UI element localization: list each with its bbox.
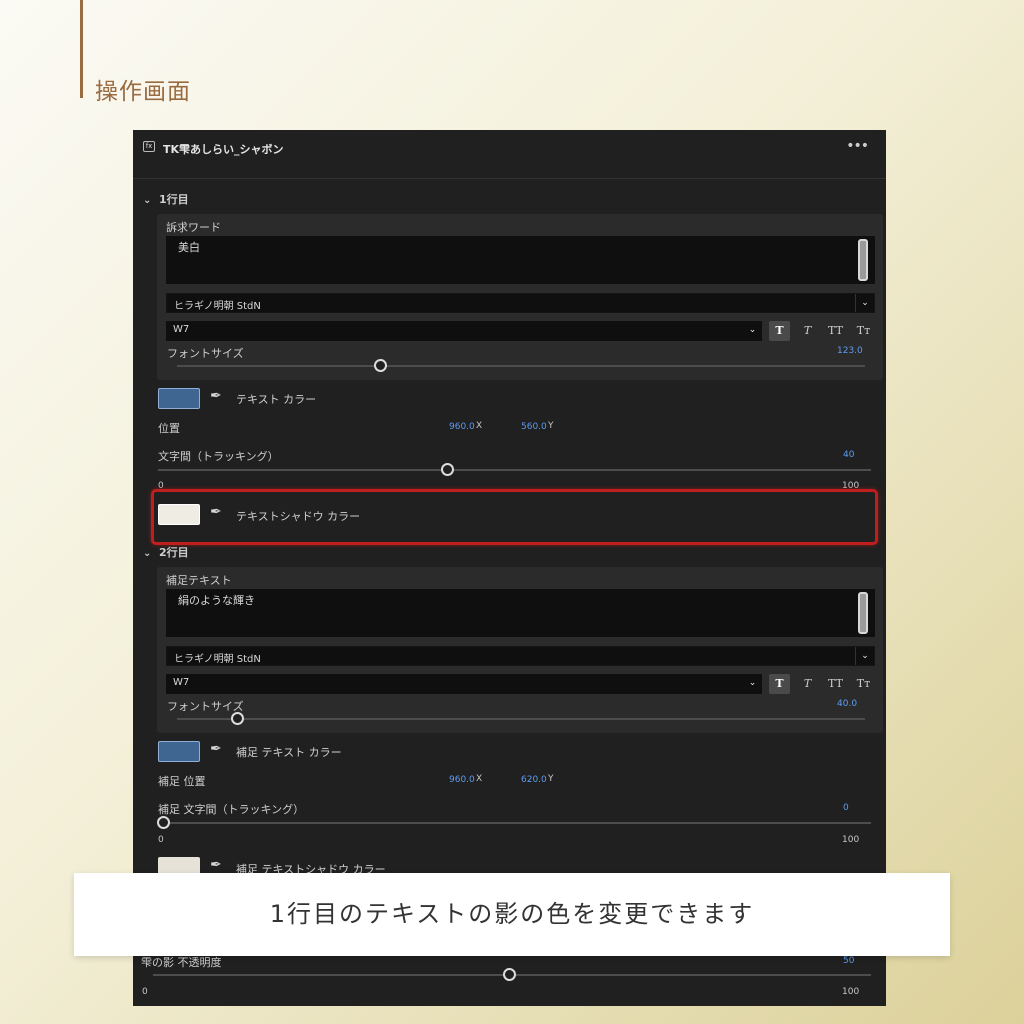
- sub-text-label: 補足テキスト: [166, 574, 232, 587]
- sub-text-input[interactable]: 絹のような輝き: [166, 589, 875, 637]
- font-size-label: フォントサイズ: [167, 700, 244, 713]
- sub-tracking-min: 0: [158, 835, 164, 845]
- drop-opacity-label: 雫の影 不透明度: [141, 956, 222, 969]
- section-1-header[interactable]: ⌄ 1行目: [143, 191, 189, 207]
- font-weight-value: W7: [173, 677, 190, 688]
- sub-text-value: 絹のような輝き: [178, 594, 255, 607]
- tracking-value[interactable]: 40: [843, 450, 854, 460]
- chevron-down-icon: ⌄: [143, 195, 152, 206]
- sub-tracking-slider-thumb[interactable]: [157, 816, 170, 829]
- font-weight-value: W7: [173, 324, 190, 335]
- font-family-select[interactable]: ヒラギノ明朝 StdN ⌄: [166, 293, 875, 313]
- fx-icon: fx: [143, 141, 155, 152]
- sub-text-color-label: 補足 テキスト カラー: [236, 746, 342, 759]
- drop-opacity-value[interactable]: 50: [843, 956, 854, 966]
- sub-tracking-max: 100: [842, 835, 860, 845]
- chevron-down-icon: ⌄: [143, 548, 152, 559]
- font-weight-select[interactable]: W7 ⌄: [166, 321, 762, 341]
- section-2-title: 2行目: [159, 546, 189, 559]
- panel-title: TK雫あしらい_シャボン: [163, 143, 284, 156]
- sub-position-y-unit: Y: [548, 774, 554, 784]
- eyedropper-icon[interactable]: ✒: [210, 741, 222, 757]
- italic-button[interactable]: T: [797, 674, 818, 694]
- font-style-buttons: T T TT Tт: [769, 321, 881, 341]
- text-color-swatch[interactable]: [158, 388, 200, 409]
- sub-tracking-label: 補足 文字間（トラッキング）: [158, 803, 305, 816]
- section-1-title: 1行目: [159, 193, 189, 206]
- drop-opacity-min: 0: [142, 987, 148, 997]
- eyedropper-icon[interactable]: ✒: [210, 857, 222, 873]
- sub-position-label: 補足 位置: [158, 775, 206, 788]
- bold-button[interactable]: T: [769, 321, 790, 341]
- eyedropper-icon[interactable]: ✒: [210, 388, 222, 404]
- font-weight-select[interactable]: W7 ⌄: [166, 674, 762, 694]
- tracking-label: 文字間（トラッキング）: [158, 450, 279, 463]
- textarea-scrollbar[interactable]: [858, 592, 868, 634]
- appeal-word-value: 美白: [178, 241, 200, 254]
- more-options-icon[interactable]: •••: [846, 138, 869, 154]
- italic-button[interactable]: T: [797, 321, 818, 341]
- font-size-value[interactable]: 40.0: [837, 699, 857, 709]
- position-y-unit: Y: [548, 421, 554, 431]
- tracking-slider-track[interactable]: [158, 469, 871, 471]
- chevron-down-icon: ⌄: [748, 325, 757, 335]
- panel-header: fx TK雫あしらい_シャボン •••: [133, 130, 886, 179]
- appeal-word-input[interactable]: 美白: [166, 236, 875, 284]
- font-size-slider-track[interactable]: [177, 718, 865, 720]
- appeal-word-label: 訴求ワード: [166, 221, 221, 234]
- tracking-slider-thumb[interactable]: [441, 463, 454, 476]
- drop-opacity-slider-thumb[interactable]: [503, 968, 516, 981]
- shadow-color-highlight: [151, 489, 878, 545]
- sub-position-x-unit: X: [476, 774, 483, 784]
- bold-button[interactable]: T: [769, 674, 790, 694]
- chevron-down-icon: ⌄: [855, 647, 874, 665]
- small-caps-button[interactable]: Tт: [853, 674, 874, 694]
- section-2-text-group: 補足テキスト 絹のような輝き ヒラギノ明朝 StdN ⌄ W7 ⌄ T T TT…: [157, 567, 883, 733]
- all-caps-button[interactable]: TT: [825, 321, 846, 341]
- font-size-slider-thumb[interactable]: [374, 359, 387, 372]
- caption-banner: 1行目のテキストの影の色を変更できます: [74, 873, 950, 956]
- chevron-down-icon: ⌄: [748, 678, 757, 688]
- position-y-value[interactable]: 560.0: [521, 422, 547, 432]
- position-x-unit: X: [476, 421, 483, 431]
- font-size-label: フォントサイズ: [167, 347, 244, 360]
- font-family-select[interactable]: ヒラギノ明朝 StdN ⌄: [166, 646, 875, 666]
- position-label: 位置: [158, 422, 180, 435]
- text-color-label: テキスト カラー: [236, 393, 317, 406]
- font-style-buttons: T T TT Tт: [769, 674, 881, 694]
- section-1-text-group: 訴求ワード 美白 ヒラギノ明朝 StdN ⌄ W7 ⌄ T T TT Tт フォ…: [157, 214, 883, 380]
- chevron-down-icon: ⌄: [855, 294, 874, 312]
- position-x-value[interactable]: 960.0: [449, 422, 475, 432]
- textarea-scrollbar[interactable]: [858, 239, 868, 281]
- font-family-value: ヒラギノ明朝 StdN: [174, 654, 261, 665]
- sub-position-y-value[interactable]: 620.0: [521, 775, 547, 785]
- font-size-value[interactable]: 123.0: [837, 346, 863, 356]
- sub-tracking-value[interactable]: 0: [843, 803, 849, 813]
- section-2-header[interactable]: ⌄ 2行目: [143, 544, 189, 560]
- drop-opacity-max: 100: [842, 987, 860, 997]
- sub-position-x-value[interactable]: 960.0: [449, 775, 475, 785]
- sub-tracking-slider-track[interactable]: [158, 822, 871, 824]
- small-caps-button[interactable]: Tт: [853, 321, 874, 341]
- font-size-slider-thumb[interactable]: [231, 712, 244, 725]
- font-size-slider-track[interactable]: [177, 365, 865, 367]
- all-caps-button[interactable]: TT: [825, 674, 846, 694]
- font-family-value: ヒラギノ明朝 StdN: [174, 301, 261, 312]
- sub-text-color-swatch[interactable]: [158, 741, 200, 762]
- page-heading: 操作画面: [80, 0, 191, 105]
